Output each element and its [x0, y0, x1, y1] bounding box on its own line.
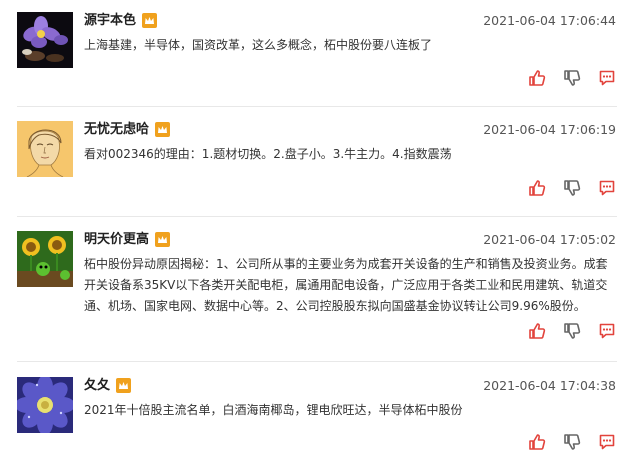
post-content: 2021年十倍股主流名单，白酒海南椰岛，锂电欣旺达，半导体柘中股份 [84, 403, 463, 417]
comment-icon[interactable] [598, 179, 616, 197]
post-content: 柘中股份异动原因揭秘：1、公司所从事的主要业务为成套开关设备的生产和销售及投资业… [84, 257, 608, 313]
username[interactable]: 无忧无虑哈 [84, 122, 171, 138]
like-icon[interactable] [528, 322, 546, 340]
like-icon[interactable] [528, 69, 546, 87]
vip-crown-icon [155, 232, 171, 247]
post-time: 2021-06-04 17:04:38 [483, 378, 616, 393]
user-avatar[interactable] [17, 12, 73, 68]
user-avatar[interactable] [17, 231, 73, 287]
post-time: 2021-06-04 17:06:44 [483, 13, 616, 28]
username[interactable]: 明天价更高 [84, 232, 171, 248]
user-avatar[interactable] [17, 121, 73, 177]
purple-flower-avatar-icon [17, 12, 73, 68]
comment-icon[interactable] [598, 322, 616, 340]
vip-crown-icon [116, 378, 132, 393]
user-avatar[interactable] [17, 377, 73, 433]
like-icon[interactable] [528, 433, 546, 451]
like-icon[interactable] [528, 179, 546, 197]
dislike-icon[interactable] [563, 179, 581, 197]
comment-icon[interactable] [598, 69, 616, 87]
dislike-icon[interactable] [563, 322, 581, 340]
username-text[interactable]: 明天价更高 [84, 232, 149, 247]
sketch-portrait-avatar-icon [17, 121, 73, 177]
post-time: 2021-06-04 17:06:19 [483, 122, 616, 137]
post-content: 看对002346的理由：1.题材切换。2.盘子小。3.牛主力。4.指数震荡 [84, 147, 452, 161]
comment-icon[interactable] [598, 433, 616, 451]
username-text[interactable]: 源宇本色 [84, 13, 136, 28]
post-actions [511, 322, 616, 341]
username[interactable]: 源宇本色 [84, 13, 158, 29]
username-text[interactable]: 无忧无虑哈 [84, 122, 149, 137]
username-text[interactable]: 夂夂 [84, 378, 110, 393]
post-actions [511, 69, 616, 88]
vip-crown-icon [155, 122, 171, 137]
post-content: 上海基建，半导体，国资改革，这么多概念，柘中股份要八连板了 [84, 38, 433, 52]
vip-crown-icon [142, 13, 158, 28]
post-divider [17, 216, 617, 217]
plants-game-avatar-icon [17, 231, 73, 287]
post-actions [511, 179, 616, 198]
dislike-icon[interactable] [563, 69, 581, 87]
dislike-icon[interactable] [563, 433, 581, 451]
username[interactable]: 夂夂 [84, 378, 132, 394]
post-time: 2021-06-04 17:05:02 [483, 232, 616, 247]
post-divider [17, 361, 617, 362]
post-divider [17, 106, 617, 107]
blue-flower-avatar-icon [17, 377, 73, 433]
post-actions [511, 433, 616, 452]
